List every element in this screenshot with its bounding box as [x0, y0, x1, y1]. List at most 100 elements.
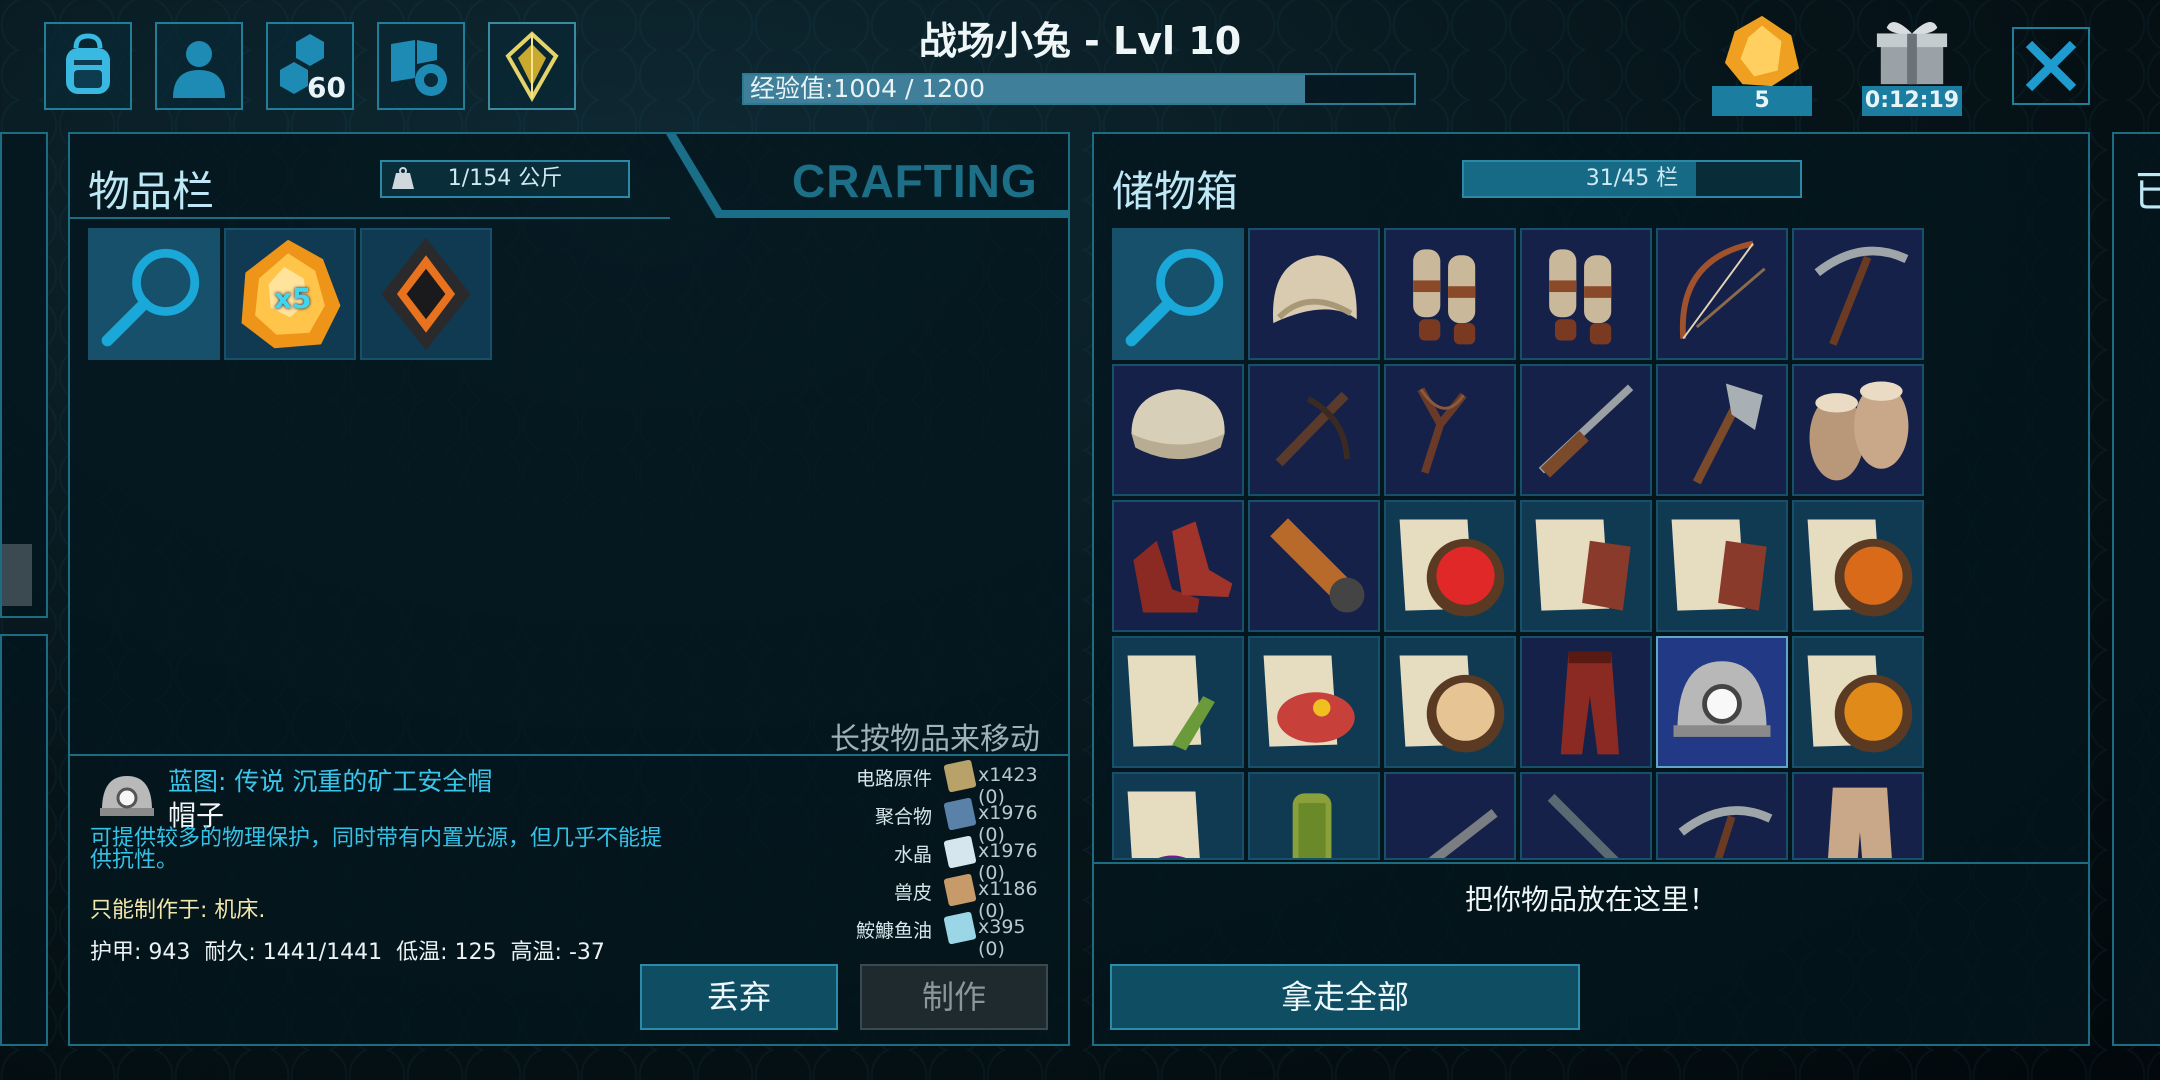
- item-craft-station: 只能制作于: 机床.: [90, 898, 266, 923]
- storage-slot[interactable]: [1384, 228, 1516, 360]
- inventory-slot-element[interactable]: x5: [224, 228, 356, 360]
- recipe-beige-icon: [1399, 655, 1505, 753]
- inventory-title: 物品栏: [88, 167, 215, 216]
- storage-slot-selected[interactable]: [1656, 636, 1788, 768]
- material-name: 水晶: [893, 844, 932, 866]
- storage-slot[interactable]: [1248, 636, 1380, 768]
- player-title: 战场小兔 - Lvl 10: [918, 19, 1242, 63]
- close-button[interactable]: [2012, 27, 2090, 105]
- miner-helmet-icon: [100, 776, 154, 816]
- material-quantity: x395 (0): [978, 916, 1026, 960]
- fur-boots-icon: [1809, 381, 1909, 481]
- material-name: 兽皮: [893, 882, 932, 904]
- storage-capacity-text: 31/45 栏: [1585, 166, 1679, 191]
- storage-slot[interactable]: [1792, 500, 1924, 632]
- storage-slot[interactable]: [1384, 500, 1516, 632]
- circuit-icon: [943, 759, 977, 793]
- move-hint: 长按物品来移动: [830, 722, 1040, 757]
- gift-timer[interactable]: 0:12:19: [1862, 12, 1962, 116]
- search-icon: [1125, 248, 1224, 347]
- material-row: 聚合物 x1976 (0): [834, 797, 1056, 846]
- storage-slot[interactable]: [1248, 500, 1380, 632]
- cloth-pants-icon: [1828, 787, 1892, 858]
- crossbow-icon: [1275, 391, 1350, 467]
- storage-slot[interactable]: [1112, 500, 1244, 632]
- note-hide-icon: [1535, 519, 1631, 611]
- storage-slot[interactable]: [1792, 364, 1924, 496]
- hide-boots-icon: [1133, 521, 1233, 613]
- storage-panel: 储物箱 31/45 栏 把你物品放在这里！: [1092, 132, 2090, 1046]
- take-all-button[interactable]: 拿走全部: [1110, 964, 1580, 1030]
- note-bottle-icon: [1127, 655, 1215, 751]
- left-side-panel: [0, 132, 48, 618]
- polymer-icon: [943, 797, 977, 831]
- storage-slot[interactable]: [1520, 500, 1652, 632]
- storage-title: 储物箱: [1112, 167, 1239, 216]
- storage-slot[interactable]: [1248, 364, 1380, 496]
- fur-gauntlets-icon: [1413, 249, 1476, 345]
- storage-slot[interactable]: [1520, 364, 1652, 496]
- storage-search-button[interactable]: [1112, 228, 1244, 360]
- item-description: 可提供较多的物理保护，同时带有内置光源，但几乎不能提供抗性。: [90, 826, 663, 873]
- close-icon: [2025, 40, 2077, 92]
- storage-slot[interactable]: [1112, 772, 1244, 860]
- miner-helmet-icon: [1673, 661, 1771, 737]
- search-icon: [101, 248, 200, 347]
- inventory-slot-implant[interactable]: [360, 228, 492, 360]
- item-name: 蓝图: 传说 沉重的矿工安全帽: [168, 767, 493, 796]
- fur-gauntlets-icon: [1549, 249, 1612, 345]
- gift-box-icon: [1876, 21, 1948, 85]
- storage-capacity: 31/45 栏: [1462, 160, 1802, 198]
- storage-slot[interactable]: [1248, 228, 1380, 360]
- material-row: 鮟鱇鱼油 x395 (0): [834, 911, 1056, 960]
- left-side-tab[interactable]: [2, 544, 32, 606]
- storage-slot[interactable]: [1656, 364, 1788, 496]
- implant-icon: [381, 237, 471, 351]
- fur-hat-icon: [1272, 255, 1357, 324]
- torch-icon: [1270, 518, 1365, 613]
- recipe-amber-icon: [1807, 655, 1913, 753]
- recipe-red-icon: [1399, 519, 1505, 617]
- storage-slot[interactable]: [1656, 228, 1788, 360]
- storage-slot[interactable]: [1656, 772, 1788, 860]
- storage-slot[interactable]: [1384, 364, 1516, 496]
- element-resource[interactable]: 5: [1712, 12, 1812, 116]
- storage-slot[interactable]: [1248, 772, 1380, 860]
- item-stats: 护甲: 943 耐久: 1441/1441 低温: 125 高温: -37: [90, 940, 605, 965]
- material-name: 聚合物: [874, 806, 932, 828]
- cloth-hat-icon: [1131, 389, 1225, 460]
- recipe-orange-icon: [1807, 519, 1913, 617]
- storage-slot[interactable]: [1520, 228, 1652, 360]
- crafting-tab[interactable]: CRAFTING: [792, 154, 1038, 208]
- storage-slot[interactable]: [1384, 772, 1516, 860]
- storage-slot[interactable]: [1656, 500, 1788, 632]
- storage-slot[interactable]: [1792, 228, 1924, 360]
- pickaxe-icon: [1814, 246, 1909, 346]
- storage-slot[interactable]: [1792, 772, 1924, 860]
- craft-button[interactable]: 制作: [860, 964, 1048, 1030]
- storage-divider: [1094, 862, 2088, 864]
- storage-slot[interactable]: [1792, 636, 1924, 768]
- detail-divider: [70, 754, 1068, 756]
- storage-slot[interactable]: [1520, 772, 1652, 860]
- xp-bar: 经验值:1004 / 1200: [742, 73, 1416, 105]
- drop-button[interactable]: 丢弃: [640, 964, 838, 1030]
- inventory-search-button[interactable]: [88, 228, 220, 360]
- storage-slot[interactable]: [1112, 364, 1244, 496]
- element-count: 5: [1712, 86, 1812, 116]
- hatchet-icon: [1692, 383, 1763, 485]
- storage-slot[interactable]: [1384, 636, 1516, 768]
- spyglass-icon: [1547, 793, 1619, 858]
- inventory-panel: 物品栏 1/154 公斤 CRAFTING x5 长按物品来移动 蓝图: 传说 …: [68, 132, 1070, 1046]
- element-crystal-icon: [1724, 15, 1800, 87]
- inventory-weight: 1/154 公斤: [380, 160, 630, 198]
- pickaxe-icon: [1678, 806, 1773, 858]
- shotgun-icon: [1538, 384, 1634, 478]
- storage-slot[interactable]: [1112, 636, 1244, 768]
- gift-timer-text: 0:12:19: [1862, 86, 1962, 116]
- material-row: 电路原件 x1423 (0): [834, 759, 1056, 808]
- note-hide-icon: [1671, 519, 1767, 611]
- note-meat-icon: [1263, 655, 1355, 747]
- inventory-weight-text: 1/154 公斤: [447, 166, 563, 191]
- storage-slot[interactable]: [1520, 636, 1652, 768]
